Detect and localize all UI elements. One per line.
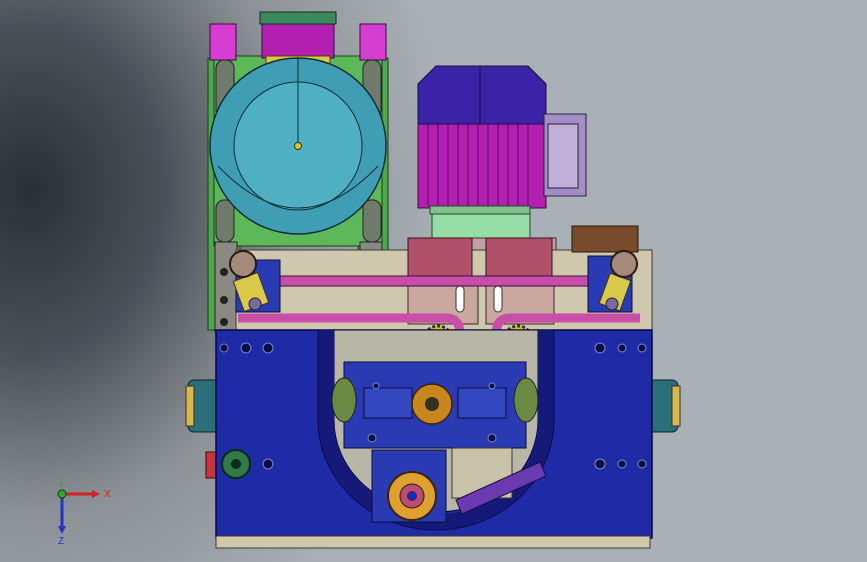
coordinate-triad: X Y Z: [44, 482, 116, 546]
y-axis-marker: [57, 489, 67, 499]
z-axis-label: Z: [58, 536, 64, 546]
z-axis-arrowhead: [58, 526, 66, 534]
x-axis-arrowhead: [92, 490, 100, 498]
brown-block: [571, 225, 639, 253]
motor: [407, 65, 587, 253]
cad-3d-viewport[interactable]: X Y Z: [0, 0, 867, 562]
x-axis-label: X: [104, 489, 111, 500]
blue-base: [215, 329, 653, 549]
y-axis-label: Y: [58, 482, 65, 491]
assembly-model: [185, 11, 681, 549]
drum: [209, 57, 387, 235]
